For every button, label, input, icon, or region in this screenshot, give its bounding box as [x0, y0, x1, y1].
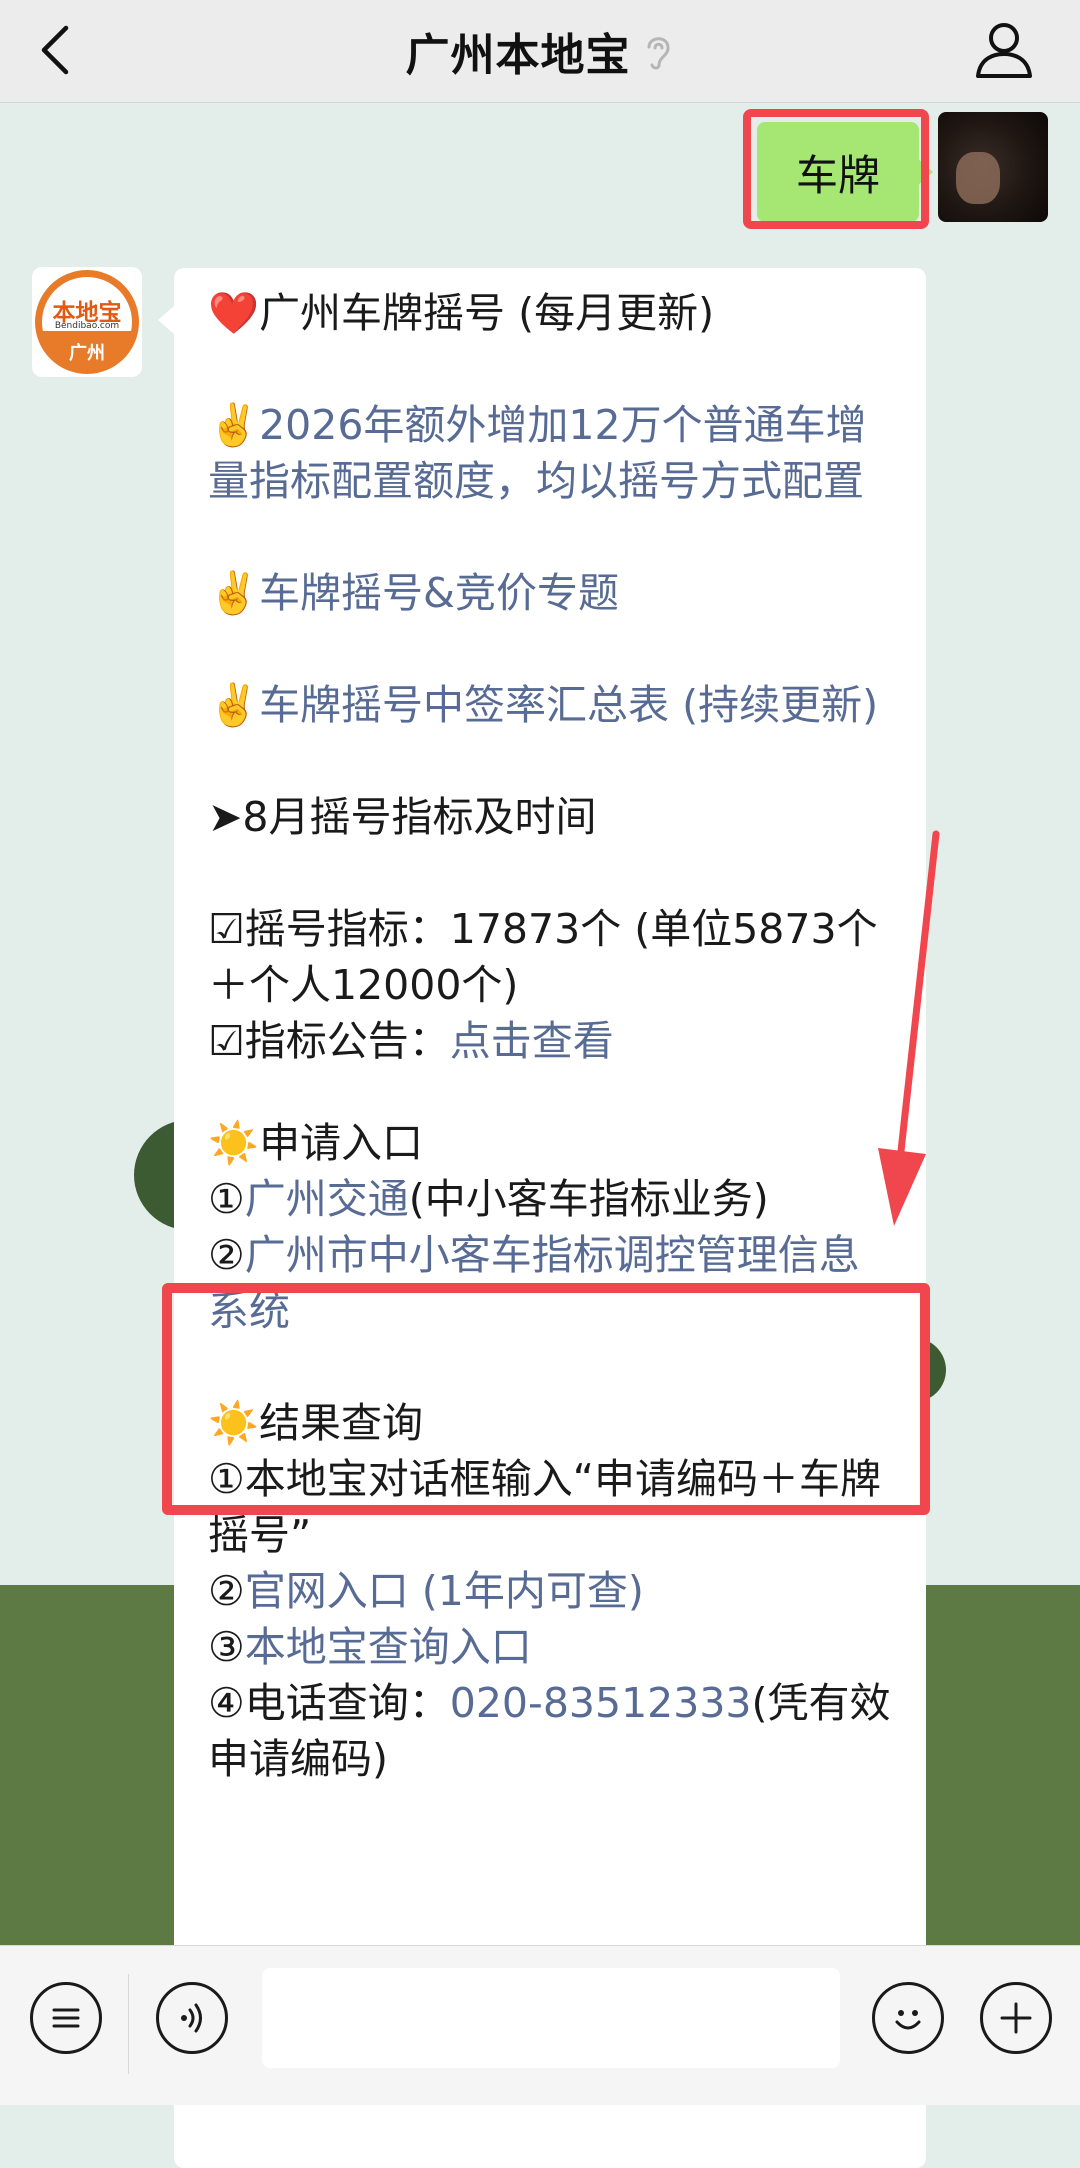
link-phone-number[interactable]: 020-83512333	[450, 1679, 752, 1727]
victory-hand-icon: ✌️	[208, 569, 260, 617]
red-arrow-annotation	[878, 830, 940, 1226]
section-august-quota: ➤8月摇号指标及时间	[208, 793, 597, 841]
bot-avatar[interactable]: 本地宝 Bendibao.com 广州	[32, 267, 142, 377]
menu-button[interactable]	[30, 1982, 102, 2054]
message-heading: ❤️广州车牌摇号 (每月更新)	[208, 285, 894, 341]
link-view-notice[interactable]: 点击查看	[450, 1017, 614, 1065]
victory-hand-icon: ✌️	[208, 401, 260, 449]
result-item-2: ②官网入口 (1年内可查)	[208, 1563, 894, 1619]
link-guangzhou-traffic[interactable]: 广州交通	[245, 1175, 409, 1223]
circled-number-2: ②	[208, 1567, 245, 1615]
person-icon	[976, 23, 1032, 78]
link-bendibao-query[interactable]: 本地宝查询入口	[245, 1623, 532, 1671]
voice-icon	[181, 2003, 202, 2033]
circled-number-3: ③	[208, 1623, 245, 1671]
apply-title: 申请入口	[259, 1119, 424, 1167]
notice-line: ☑指标公告：点击查看	[208, 1013, 894, 1069]
apply-section-title: ☀️申请入口	[208, 1115, 894, 1171]
circled-number-1: ①	[208, 1175, 245, 1223]
highlight-box-user-message	[743, 109, 929, 229]
ear-icon	[647, 37, 670, 70]
chat-title: 广州本地宝	[405, 30, 631, 81]
link-lottery-topic[interactable]: 车牌摇号&竞价专题	[259, 569, 619, 617]
input-bar	[0, 1945, 1080, 2105]
apply1-suffix: (中小客车指标业务)	[408, 1175, 769, 1223]
link-item-success-rate[interactable]: ✌️车牌摇号中签率汇总表 (持续更新)	[208, 677, 894, 733]
link-success-rate[interactable]: 车牌摇号中签率汇总表 (持续更新)	[259, 681, 878, 729]
menu-icon	[52, 2008, 80, 2028]
apply-item-1: ①广州交通(中小客车指标业务)	[208, 1171, 894, 1227]
message-input[interactable]	[262, 1968, 840, 2068]
sun-icon: ☀️	[208, 1119, 260, 1167]
emoji-icon	[895, 2010, 921, 2030]
result-item-4: ④电话查询：020-83512333(凭有效申请编码)	[208, 1675, 894, 1787]
voice-button[interactable]	[156, 1982, 228, 2054]
avatar-photo	[956, 152, 1000, 204]
result-item-3: ③本地宝查询入口	[208, 1619, 894, 1675]
link-official-site[interactable]: 官网入口 (1年内可查)	[245, 1567, 644, 1615]
link-item-lottery-topic[interactable]: ✌️车牌摇号&竞价专题	[208, 565, 894, 621]
plus-icon	[1000, 2002, 1032, 2034]
quota-line: ☑摇号指标：17873个 (单位5873个＋个人12000个)	[208, 901, 894, 1013]
circled-number-2: ②	[208, 1231, 245, 1279]
title-wrap: 广州本地宝	[0, 0, 1080, 102]
emoji-button[interactable]	[872, 1982, 944, 2054]
chat-header: 广州本地宝	[0, 0, 1080, 103]
quota-prefix: ☑摇号指标：	[208, 905, 450, 953]
heading-text: 广州车牌摇号 (每月更新)	[259, 289, 715, 337]
link-quota-increase[interactable]: 2026年额外增加12万个普通车增量指标配置额度，均以摇号方式配置	[208, 401, 867, 505]
bot-message-content: ❤️广州车牌摇号 (每月更新) ✌️2026年额外增加12万个普通车增量指标配置…	[208, 285, 894, 1787]
notice-prefix: ☑指标公告：	[208, 1017, 450, 1065]
user-avatar[interactable]	[938, 112, 1048, 222]
phone-prefix: ④电话查询：	[208, 1679, 450, 1727]
input-bar-divider	[128, 1974, 129, 2074]
heart-icon: ❤️	[208, 289, 260, 337]
profile-button[interactable]	[972, 18, 1036, 82]
logo-text-mid: Bendibao.com	[54, 321, 120, 331]
logo-text-bottom: 广州	[69, 343, 105, 364]
plus-button[interactable]	[980, 1982, 1052, 2054]
link-item-quota-increase[interactable]: ✌️2026年额外增加12万个普通车增量指标配置额度，均以摇号方式配置	[208, 397, 894, 509]
victory-hand-icon: ✌️	[208, 681, 260, 729]
highlight-box-apply-links	[162, 1283, 930, 1515]
